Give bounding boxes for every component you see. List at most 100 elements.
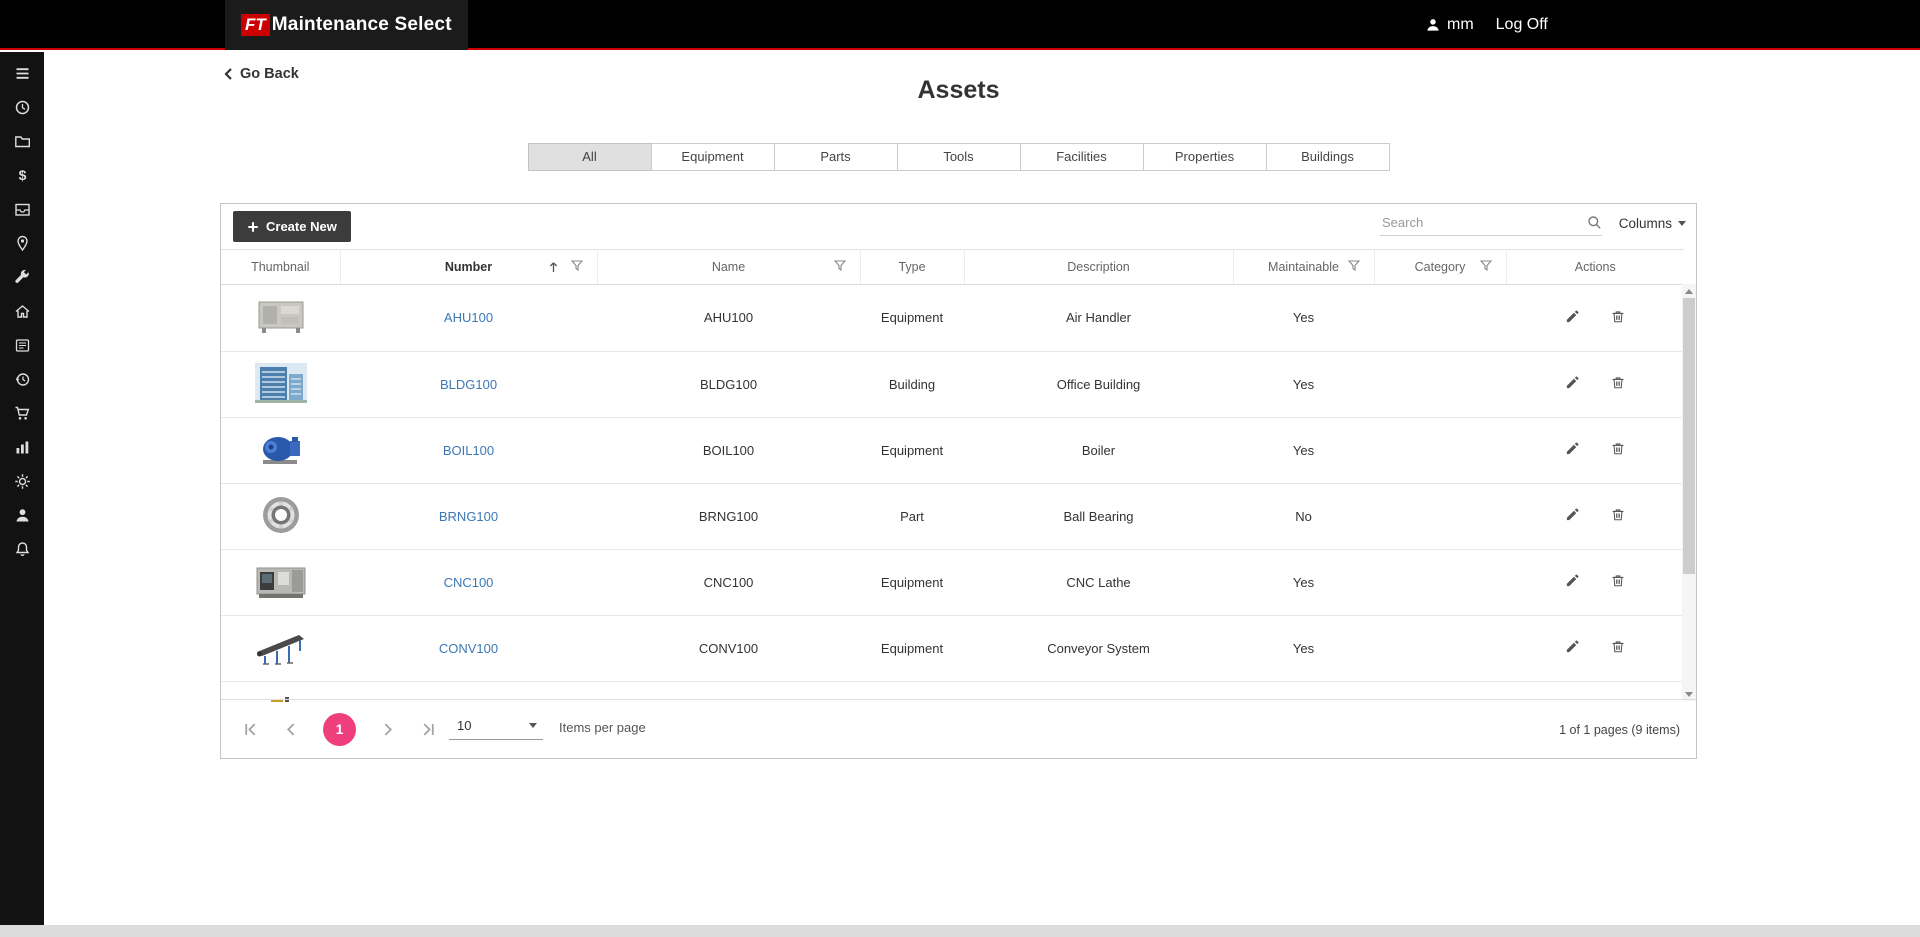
edit-button[interactable]: [1559, 371, 1586, 397]
search-box: [1380, 210, 1602, 236]
edit-button[interactable]: [1559, 305, 1586, 331]
cell-number: BRNG100: [340, 483, 597, 550]
folder-icon[interactable]: [0, 124, 44, 158]
top-bar: FT Maintenance Select mm Log Off: [0, 0, 1920, 50]
edit-button[interactable]: [1559, 437, 1586, 463]
vertical-scrollbar[interactable]: [1682, 284, 1696, 701]
create-new-button[interactable]: Create New: [233, 211, 351, 242]
cell-number: AHU100: [340, 285, 597, 352]
newspaper-icon[interactable]: [0, 328, 44, 362]
filter-icon[interactable]: [570, 260, 583, 275]
cell-maintainable: Yes: [1233, 285, 1374, 352]
tab-properties[interactable]: Properties: [1142, 143, 1267, 171]
col-header-type[interactable]: Type: [860, 249, 965, 285]
edit-button[interactable]: [1559, 503, 1586, 529]
chevron-left-icon: [286, 722, 295, 736]
boiler-photo: [255, 429, 307, 469]
delete-button[interactable]: [1605, 371, 1631, 397]
gear-icon[interactable]: [0, 464, 44, 498]
delete-button[interactable]: [1605, 635, 1631, 661]
asset-number-link[interactable]: BLDG100: [440, 377, 497, 392]
clock-icon[interactable]: [0, 90, 44, 124]
cell-maintainable: No: [1233, 483, 1374, 550]
cell-description: Conveyor System: [964, 615, 1233, 682]
delete-button[interactable]: [1605, 569, 1631, 595]
scroll-up-button[interactable]: [1682, 284, 1696, 298]
assets-table-header: Thumbnail Number Name Type Description M…: [221, 249, 1684, 285]
page-size-select[interactable]: 10: [449, 716, 543, 740]
user-initials[interactable]: mm: [1447, 16, 1474, 34]
triangle-down-icon: [1685, 691, 1693, 697]
tab-tools[interactable]: Tools: [896, 143, 1021, 171]
app-logo[interactable]: FT Maintenance Select: [225, 0, 468, 50]
filter-icon[interactable]: [1479, 260, 1492, 275]
bell-icon[interactable]: [0, 532, 44, 566]
cell-type: Equipment: [860, 615, 964, 682]
delete-button[interactable]: [1605, 305, 1631, 331]
left-sidebar: $: [0, 52, 44, 925]
wrench-icon[interactable]: [0, 260, 44, 294]
tab-buildings[interactable]: Buildings: [1265, 143, 1390, 171]
edit-button[interactable]: [1559, 635, 1586, 661]
cell-description: Office Building: [964, 351, 1233, 418]
delete-button[interactable]: [1605, 503, 1631, 529]
scrollbar-thumb[interactable]: [1683, 298, 1695, 574]
col-header-maintainable[interactable]: Maintainable: [1233, 249, 1375, 285]
bar-chart-icon[interactable]: [0, 430, 44, 464]
asset-number-link[interactable]: BOIL100: [443, 443, 494, 458]
current-page-button[interactable]: 1: [323, 712, 356, 746]
archive-box-icon[interactable]: [0, 192, 44, 226]
filter-icon[interactable]: [833, 260, 846, 275]
tab-parts[interactable]: Parts: [773, 143, 898, 171]
cell-category: [1374, 417, 1506, 484]
cell-number: BOIL100: [340, 417, 597, 484]
first-page-button[interactable]: [241, 720, 260, 739]
cell-thumbnail: [221, 549, 340, 616]
search-input[interactable]: [1380, 210, 1587, 235]
last-page-button[interactable]: [419, 720, 438, 739]
user-area: mm Log Off: [1425, 0, 1548, 50]
pin-icon[interactable]: [0, 226, 44, 260]
cell-thumbnail: [221, 417, 340, 484]
sort-ascending-icon: [548, 261, 559, 273]
cell-description: Boiler: [964, 417, 1233, 484]
trash-icon: [1612, 443, 1624, 455]
asset-type-tabs: All Equipment Parts Tools Facilities Pro…: [220, 143, 1697, 171]
table-row: BOIL100 BOIL100 Equipment Boiler Yes: [221, 417, 1684, 484]
col-header-description[interactable]: Description: [964, 249, 1234, 285]
tab-all[interactable]: All: [527, 143, 652, 171]
tab-facilities[interactable]: Facilities: [1019, 143, 1144, 171]
horizontal-scrollbar-track[interactable]: [0, 925, 1920, 937]
asset-number-link[interactable]: BRNG100: [439, 509, 498, 524]
col-header-thumbnail: Thumbnail: [221, 249, 341, 285]
cell-thumbnail: [221, 615, 340, 682]
col-header-category[interactable]: Category: [1374, 249, 1507, 285]
svg-text:$: $: [18, 167, 26, 183]
columns-dropdown[interactable]: Columns: [1619, 216, 1686, 231]
tab-equipment[interactable]: Equipment: [650, 143, 775, 171]
cart-icon[interactable]: [0, 396, 44, 430]
col-header-number[interactable]: Number: [340, 249, 598, 285]
trash-icon: [1612, 509, 1624, 521]
page-title: Assets: [917, 76, 1000, 104]
user-icon[interactable]: [0, 498, 44, 532]
asset-number-link[interactable]: AHU100: [444, 310, 493, 325]
history-icon[interactable]: [0, 362, 44, 396]
edit-button[interactable]: [1559, 569, 1586, 595]
triangle-up-icon: [1685, 288, 1693, 294]
log-off-button[interactable]: Log Off: [1496, 16, 1548, 34]
menu-icon[interactable]: [0, 56, 44, 90]
previous-page-button[interactable]: [282, 720, 301, 739]
next-page-button[interactable]: [378, 720, 397, 739]
dollar-icon[interactable]: $: [0, 158, 44, 192]
asset-number-link[interactable]: CONV100: [439, 641, 498, 656]
home-icon[interactable]: [0, 294, 44, 328]
table-row: CONV100 CONV100 Equipment Conveyor Syste…: [221, 615, 1684, 682]
cell-type: Equipment: [860, 549, 964, 616]
asset-number-link[interactable]: CNC100: [444, 575, 494, 590]
delete-button[interactable]: [1605, 437, 1631, 463]
cell-actions: [1506, 351, 1684, 418]
cell-actions: [1506, 417, 1684, 484]
col-header-name[interactable]: Name: [597, 249, 861, 285]
filter-icon[interactable]: [1347, 260, 1360, 275]
